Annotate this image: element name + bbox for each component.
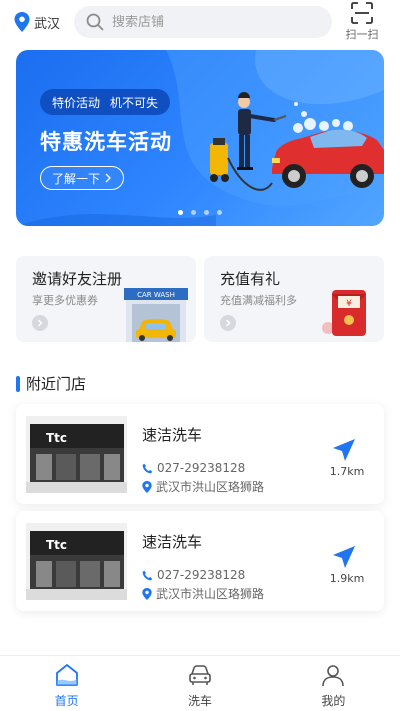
home-icon [55,664,78,686]
section-title: 附近门店 [26,375,87,393]
store-address: 武汉市洪山区珞狮路 [142,585,264,602]
carousel-dot[interactable] [178,210,183,215]
banner-tag-right: 机不可失 [110,95,159,110]
promo-banner[interactable]: 特价活动 机不可失 特惠洗车活动 了解一下 [16,50,384,226]
phone-icon [142,463,153,473]
top-header: 武汉 扫一扫 [0,0,400,44]
banner-title: 特惠洗车活动 [40,130,172,154]
user-icon [322,665,345,687]
promo-title: 邀请好友注册 [32,270,123,288]
city-label: 武汉 [34,16,61,32]
promo-subtitle: 充值满减福利多 [220,294,297,307]
carousel-dot[interactable] [191,210,196,215]
search-bar[interactable] [74,6,332,38]
store-phone[interactable]: 027-29238128 [142,568,245,582]
scan-label: 扫一扫 [345,28,379,41]
store-card[interactable]: Ttc 速洁洗车 027-29238128 武汉市洪山区珞狮路 1.9km [16,511,384,611]
promo-arrow-button[interactable] [32,315,48,331]
store-name: 速洁洗车 [142,533,203,551]
learn-more-button[interactable]: 了解一下 [40,166,124,190]
scan-button[interactable]: 扫一扫 [340,2,384,42]
promo-title: 充值有礼 [220,270,281,288]
navigation-icon[interactable] [331,544,357,570]
red-envelope-icon: ¥ [322,290,366,336]
banner-tag-left: 特价活动 [52,95,101,110]
car-icon [189,665,211,685]
address-text: 武汉市洪山区珞狮路 [156,480,265,494]
store-photo: Ttc [26,523,127,600]
bottom-tab-bar: 首页 洗车 我的 [0,655,400,711]
location-pin-icon [14,12,30,32]
carousel-dot[interactable] [204,210,209,215]
learn-more-label: 了解一下 [51,171,100,186]
store-address: 武汉市洪山区珞狮路 [142,478,264,495]
tab-label: 我的 [321,694,346,708]
promo-arrow-button[interactable] [220,315,236,331]
store-sign: Ttc [46,538,67,552]
car-wash-illustration [210,92,384,191]
store-name: 速洁洗车 [142,426,203,444]
search-icon [86,13,104,31]
store-distance: 1.7km [329,465,365,478]
store-distance: 1.9km [329,572,365,585]
chevron-right-icon [226,319,231,327]
tab-label: 首页 [54,694,79,708]
address-text: 武汉市洪山区珞狮路 [156,587,265,601]
chevron-right-icon [105,173,111,183]
phone-number: 027-29238128 [157,568,246,582]
store-card[interactable]: Ttc 速洁洗车 027-29238128 武汉市洪山区珞狮路 1.7km [16,404,384,504]
tab-home[interactable]: 首页 [0,656,133,711]
store-sign: Ttc [46,431,67,445]
banner-tag: 特价活动 机不可失 [40,89,171,115]
section-accent-bar [16,375,20,392]
car-wash-sign: CAR WASH [137,291,175,299]
location-selector[interactable]: 武汉 [14,12,60,32]
phone-icon [142,570,153,580]
carousel-indicator[interactable] [16,210,384,215]
carousel-dot[interactable] [217,210,222,215]
tab-profile[interactable]: 我的 [267,656,400,711]
tab-label: 洗车 [187,694,212,708]
promo-subtitle: 享更多优惠券 [32,294,98,307]
location-pin-icon [142,480,152,493]
navigation-icon[interactable] [331,437,357,463]
recharge-gift-card[interactable]: 充值有礼 充值满减福利多 ¥ [204,256,384,342]
invite-friends-card[interactable]: 邀请好友注册 享更多优惠券 CAR WASH [16,256,196,342]
store-phone[interactable]: 027-29238128 [142,461,245,475]
store-photo: Ttc [26,416,127,493]
phone-number: 027-29238128 [157,461,246,475]
car-wash-station-illustration: CAR WASH [124,288,188,342]
currency-symbol: ¥ [346,299,352,309]
nearby-stores-header: 附近门店 [16,373,86,394]
scan-icon [351,2,373,24]
location-pin-icon [142,587,152,600]
chevron-right-icon [38,319,43,327]
search-input[interactable] [112,14,312,30]
tab-car-wash[interactable]: 洗车 [133,656,266,711]
